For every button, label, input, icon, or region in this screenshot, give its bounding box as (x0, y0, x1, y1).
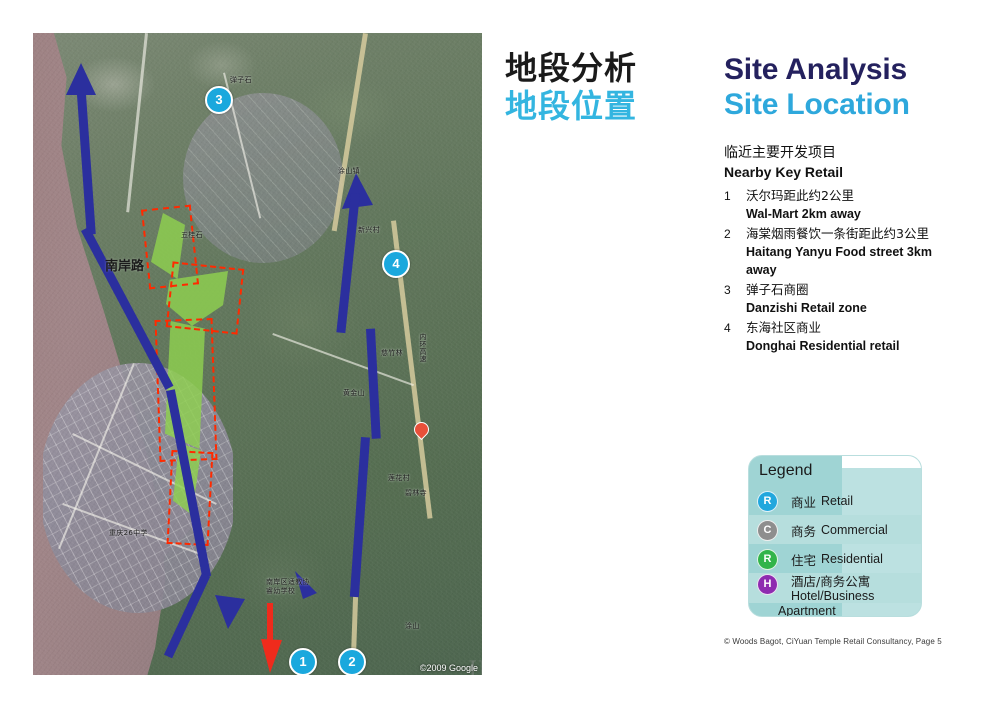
retail-item-label-en: Haitang Yanyu Food street 3km away (746, 245, 932, 277)
legend-panel: Legend R 商业 Retail C 商务 Commercial R 住宅 … (748, 455, 922, 617)
nearby-key-retail-section: 临近主要开发项目 Nearby Key Retail 1 沃尔玛距此约2公里 W… (724, 144, 956, 357)
legend-item-commercial: C 商务 Commercial (757, 517, 915, 543)
map-marker-3[interactable]: 3 (205, 86, 233, 114)
retail-item-label-en: Donghai Residential retail (746, 339, 900, 353)
site-location-map[interactable]: 3 4 1 2 南岸路 弹子石 涂山镇 新兴村 五桂石 黄金山 慈竹林 莲花村 … (33, 33, 482, 675)
legend-label-cn: 住宅 (791, 552, 817, 568)
map-marker-2[interactable]: 2 (338, 648, 366, 675)
legend-label-cn: 酒店/商务公寓 (791, 574, 871, 589)
retail-item-label-cn: 弹子石商圈 (746, 282, 809, 297)
retail-item-number: 2 (724, 227, 731, 241)
list-item: 1 沃尔玛距此约2公里 Wal-Mart 2km away (724, 187, 956, 223)
legend-label-cn: 商务 (791, 523, 817, 539)
map-label-danzishi: 弹子石 (230, 76, 252, 84)
english-title-block: Site Analysis Site Location (724, 52, 910, 122)
legend-item-residential: R 住宅 Residential (757, 546, 915, 572)
retail-item-label-en: Wal-Mart 2km away (746, 207, 861, 221)
map-label-tushan: 涂山 (405, 622, 420, 630)
map-marker-1[interactable]: 1 (289, 648, 317, 675)
list-item: 3 弹子石商圈 Danzishi Retail zone (724, 281, 956, 317)
legend-title: Legend (759, 462, 813, 479)
hotel-icon: H (757, 574, 778, 595)
map-attribution: ©2009 Google (419, 663, 478, 673)
legend-item-hotel: H 酒店/商务公寓 Hotel/Business Apartment (757, 574, 917, 617)
legend-label-en: Residential (821, 552, 883, 566)
legend-label-cn: 商业 (791, 494, 817, 510)
legend-label-en: Hotel/Business (791, 589, 875, 603)
chinese-title-block: 地段分析 地段位置 (505, 49, 637, 125)
map-label-chongqing-26-middle: 重庆26中学 (109, 529, 148, 537)
map-label-wuguishi: 五桂石 (181, 231, 203, 239)
residential-icon: R (757, 548, 778, 570)
legend-label-en-line2: Apartment (778, 604, 836, 617)
map-marker-4[interactable]: 4 (382, 250, 410, 278)
list-item: 4 东海社区商业 Donghai Residential retail (724, 319, 956, 355)
retail-item-label-en: Danzishi Retail zone (746, 301, 867, 315)
retail-icon: R (757, 490, 778, 512)
site-boundary-main (154, 318, 218, 462)
map-label-cizhulin: 慈竹林 (381, 349, 403, 357)
retail-item-label-cn: 海棠烟雨餐饮一条街距此约3公里 (746, 226, 929, 241)
map-label-neihuan-expressway: 内环高速 (419, 333, 427, 363)
map-label-tushanzhen: 涂山镇 (338, 167, 360, 175)
map-label-nanan-road: 南岸路 (105, 259, 145, 274)
legend-label-en: Commercial (821, 523, 888, 537)
map-label-huangjinshan: 黄金山 (343, 389, 365, 397)
retail-item-label-cn: 东海社区商业 (746, 320, 822, 335)
page-subtitle-en: Site Location (724, 88, 910, 121)
page-subtitle-cn: 地段位置 (505, 87, 638, 125)
legend-label-en: Retail (821, 494, 853, 508)
page-footer: © Woods Bagot, CiYuan Temple Retail Cons… (724, 637, 942, 646)
satellite-texture-overlay (33, 33, 482, 675)
map-label-lianhuacun: 莲花村 (388, 474, 410, 482)
retail-item-label-cn: 沃尔玛距此约2公里 (746, 188, 854, 203)
map-label-bilinsi: 碧林寺 (405, 489, 427, 497)
list-item: 2 海棠烟雨餐饮一条街距此约3公里 Haitang Yanyu Food str… (724, 225, 956, 279)
retail-item-number: 3 (724, 283, 731, 297)
retail-heading-cn: 临近主要开发项目 (724, 145, 836, 161)
legend-item-retail: R 商业 Retail (757, 488, 915, 514)
retail-item-number: 1 (724, 189, 731, 203)
page-title-cn: 地段分析 (505, 49, 638, 87)
retail-item-number: 4 (724, 321, 731, 335)
page-title-en: Site Analysis (724, 53, 908, 86)
map-label-school: 南岸区适教协睿幼学校 (266, 578, 310, 595)
commercial-icon: C (757, 519, 778, 541)
route-arrow-red-shaft (267, 603, 273, 651)
retail-heading-en: Nearby Key Retail (724, 164, 844, 180)
map-label-xinxingcun: 新兴村 (358, 226, 380, 234)
